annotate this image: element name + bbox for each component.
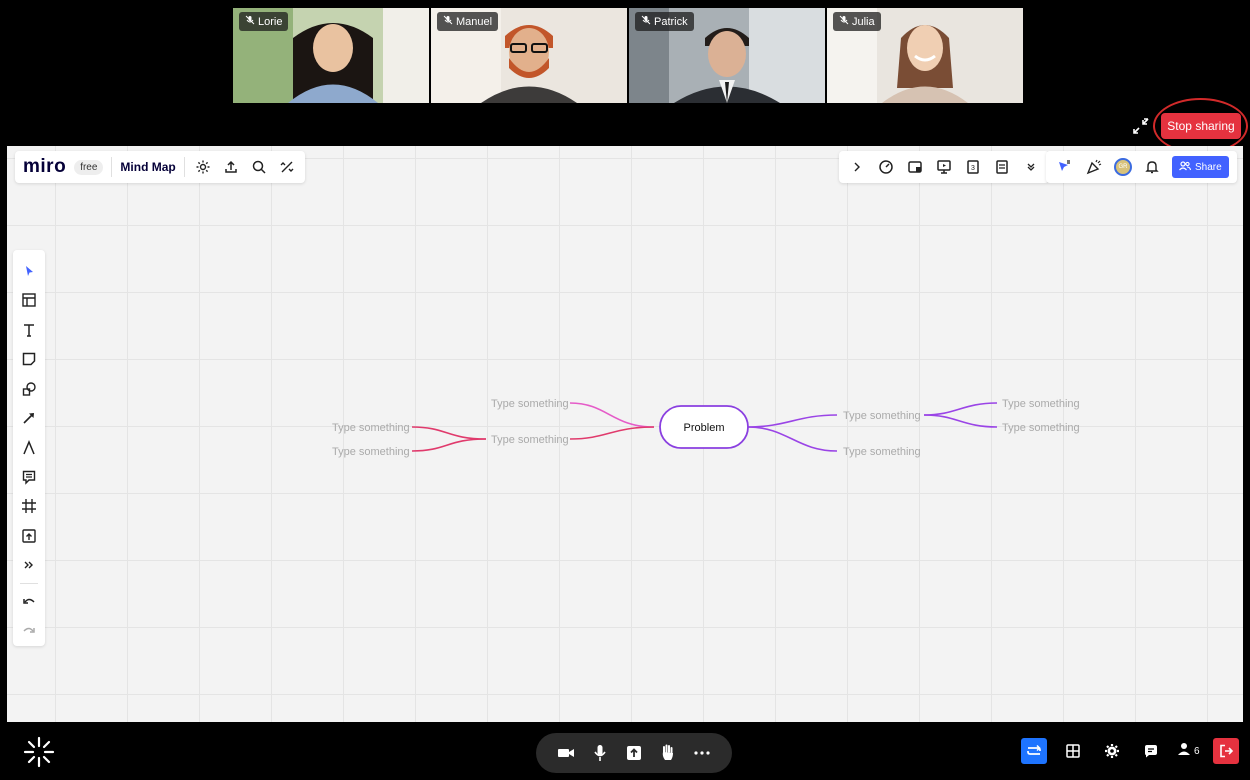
video-tile-julia[interactable]: Julia (827, 8, 1023, 103)
more-options-icon[interactable] (693, 744, 711, 762)
chat-icon[interactable] (1138, 738, 1164, 764)
branch-line (747, 426, 838, 452)
branch-line (569, 426, 655, 440)
raise-hand-icon[interactable] (659, 744, 677, 762)
mind-map-node[interactable]: Type something (332, 446, 410, 458)
video-strip: Lorie Manuel Patrick Julia (233, 8, 1023, 103)
leave-meeting-icon[interactable] (1212, 738, 1239, 764)
mind-map-node[interactable]: Type something (843, 446, 921, 458)
collapse-icon[interactable] (1131, 116, 1151, 136)
participant-label: Patrick (635, 12, 694, 31)
video-tile-manuel[interactable]: Manuel (431, 8, 627, 103)
participant-name: Manuel (456, 15, 493, 28)
person-icon (1177, 742, 1191, 761)
app-root: Lorie Manuel Patrick Julia Stop sharing … (0, 0, 1250, 780)
mind-map-node[interactable]: Type something (491, 434, 569, 446)
participants-button[interactable]: 6 (1177, 738, 1200, 764)
branch-line (923, 402, 998, 416)
screen-share-icon[interactable] (625, 744, 643, 762)
video-tile-patrick[interactable]: Patrick (629, 8, 825, 103)
mic-off-icon (641, 15, 651, 28)
participant-name: Julia (852, 15, 875, 28)
meeting-side-controls: 6 (1021, 732, 1239, 770)
central-node-label: Problem (684, 422, 725, 434)
mind-map: Problem Type something Type something Ty… (332, 398, 1080, 458)
mind-map-node[interactable]: Type something (843, 410, 921, 422)
stop-sharing-button[interactable]: Stop sharing (1161, 113, 1241, 139)
branch-line (747, 414, 838, 428)
participant-name: Lorie (258, 15, 283, 28)
branch-line (569, 402, 655, 428)
camera-icon[interactable] (557, 744, 575, 762)
app-logo-icon (22, 735, 56, 769)
video-tile-lorie[interactable]: Lorie (233, 8, 429, 103)
mind-map-node[interactable]: Type something (1002, 422, 1080, 434)
switch-view-icon[interactable] (1021, 738, 1047, 764)
branch-line (411, 438, 487, 452)
participant-label: Lorie (239, 12, 289, 31)
participant-count: 6 (1194, 745, 1200, 757)
mic-off-icon (839, 15, 849, 28)
miro-board-canvas[interactable]: miro free Mind Map 3 GR Share Problem Ty… (7, 146, 1243, 722)
mind-map-node[interactable]: Type something (332, 422, 410, 434)
mic-off-icon (443, 15, 453, 28)
participant-label: Manuel (437, 12, 499, 31)
branch-line (411, 426, 487, 440)
participant-name: Patrick (654, 15, 688, 28)
mind-map-node[interactable]: Type something (491, 398, 569, 410)
branch-line (923, 414, 998, 428)
meeting-controls-bar: 6 (0, 722, 1250, 780)
microphone-icon[interactable] (591, 744, 609, 762)
settings-icon[interactable] (1099, 738, 1125, 764)
mind-map-node[interactable]: Type something (1002, 398, 1080, 410)
grid-view-icon[interactable] (1060, 738, 1086, 764)
participant-label: Julia (833, 12, 881, 31)
call-controls (536, 733, 732, 773)
mic-off-icon (245, 15, 255, 28)
